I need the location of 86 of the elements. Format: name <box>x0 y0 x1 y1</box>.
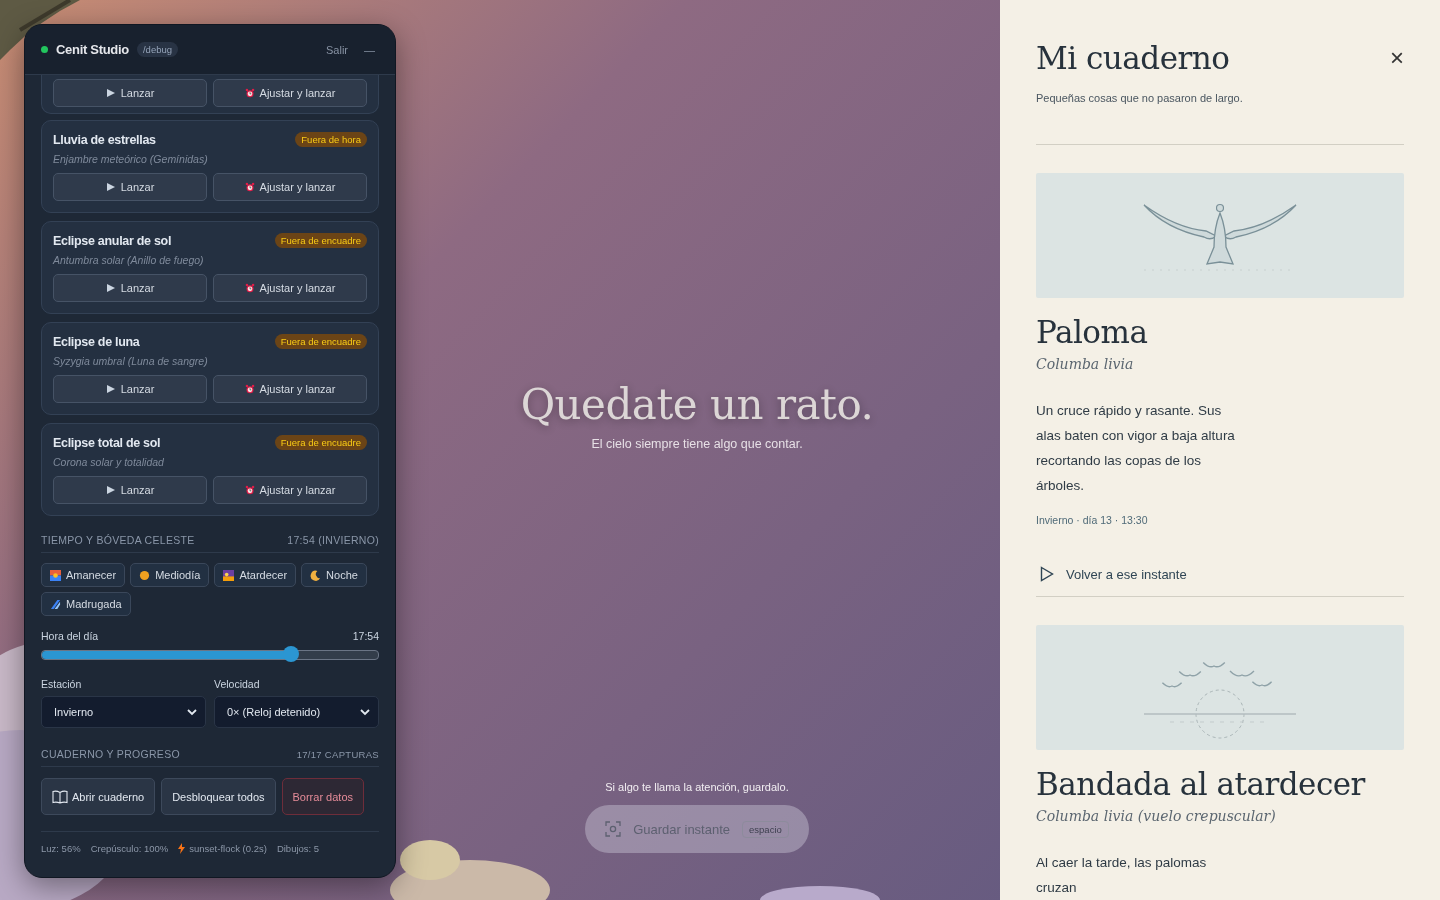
status-dot <box>41 46 48 53</box>
event-subtitle: Corona solar y totalidad <box>53 456 165 468</box>
preset-button[interactable]: Noche <box>301 563 367 587</box>
event-title: Eclipse de luna <box>53 334 140 349</box>
tagline: El cielo siempre tiene algo que contar. <box>591 437 803 451</box>
keyboard-shortcut: espacio <box>742 820 789 838</box>
stat-text: Luz: 56% <box>41 843 81 854</box>
adjust-launch-button[interactable]: Ajustar y lanzar <box>213 476 367 504</box>
adjust-launch-button[interactable]: Ajustar y lanzar <box>213 375 367 403</box>
status-badge: Fuera de encuadre <box>274 233 367 248</box>
entry-description: Al caer la tarde, las palomas cruzan <box>1036 854 1208 897</box>
sunset-icon <box>223 569 235 581</box>
play-icon <box>1040 566 1054 582</box>
book-icon <box>52 789 68 804</box>
play-icon <box>105 88 116 98</box>
entry-title: Bandada al atardecer <box>1036 766 1367 802</box>
route-tag: /debug <box>136 42 178 57</box>
alarm-clock-icon <box>244 485 255 495</box>
moon-icon <box>310 569 322 581</box>
unlock-all-button[interactable]: Desbloquear todos <box>161 778 276 815</box>
delete-data-button[interactable]: Borrar datos <box>281 778 365 815</box>
preset-button[interactable]: Mediodía <box>130 563 210 587</box>
panel-title: Cenit Studio <box>56 42 129 57</box>
slider-label: Hora del día <box>41 630 99 642</box>
event-title: Eclipse total de sol <box>53 435 161 450</box>
slider-reading: 17:54 <box>352 630 379 642</box>
play-icon <box>105 384 116 394</box>
lightning-icon <box>178 843 186 854</box>
status-badge: Fuera de hora <box>295 132 367 147</box>
hint-text: Si algo te llama la atención, guardalo. <box>605 781 789 793</box>
preset-button[interactable]: Madrugada <box>41 592 131 616</box>
slider-thumb[interactable] <box>282 646 299 662</box>
launch-button[interactable]: Lanzar <box>53 274 207 302</box>
stripes-icon <box>50 598 61 610</box>
field-label: Velocidad <box>214 678 261 690</box>
species-name: Columba livia <box>1036 356 1135 372</box>
field-label: Estación <box>41 678 83 690</box>
entry-title: Paloma <box>1036 314 1149 350</box>
sunrise-icon <box>50 569 61 581</box>
minimize-button[interactable]: — <box>360 43 379 56</box>
launch-button[interactable]: Lanzar <box>53 173 207 201</box>
event-title: Eclipse anular de sol <box>53 233 172 248</box>
adjust-launch-button[interactable]: Ajustar y lanzar <box>213 79 367 107</box>
open-notebook-button[interactable]: Abrir cuaderno <box>41 778 156 815</box>
speed-select[interactable]: 0× (Reloj detenido) <box>214 696 379 728</box>
exit-button[interactable]: Salir <box>322 43 352 56</box>
section-summary: 17/17 CAPTURAS <box>296 748 379 760</box>
play-icon <box>105 283 116 293</box>
adjust-launch-button[interactable]: Ajustar y lanzar <box>213 274 367 302</box>
entry-meta: Invierno · día 13 · 13:30 <box>1036 514 1149 526</box>
event-title: Lluvia de estrellas <box>53 132 156 147</box>
alarm-clock-icon <box>244 182 255 192</box>
chevron-icon <box>360 708 370 716</box>
stat-text: sunset-flock (0.2s) <box>189 843 267 854</box>
launch-button[interactable]: Lanzar <box>53 476 207 504</box>
alarm-clock-icon <box>244 88 255 98</box>
event-subtitle: Antumbra solar (Anillo de fuego) <box>53 254 205 266</box>
stat-text: Crepúsculo: 100% <box>90 843 169 854</box>
revisit-button[interactable]: Volver a ese instante <box>1036 566 1191 582</box>
alarm-clock-icon <box>244 384 255 394</box>
play-icon <box>105 182 116 192</box>
preset-button[interactable]: Atardecer <box>214 563 297 587</box>
status-badge: Fuera de encuadre <box>274 334 367 349</box>
adjust-launch-button[interactable]: Ajustar y lanzar <box>213 173 367 201</box>
stat-text: Dibujos: 5 <box>276 843 320 854</box>
section-heading: CUADERNO Y PROGRESO <box>41 748 180 760</box>
launch-button[interactable]: Lanzar <box>53 79 207 107</box>
camera-focus-icon <box>605 821 622 837</box>
launch-button[interactable]: Lanzar <box>53 375 207 403</box>
alarm-clock-icon <box>244 283 255 293</box>
species-name: Columba livia (vuelo crepuscular) <box>1036 808 1277 824</box>
season-select[interactable]: Invierno <box>41 696 206 728</box>
section-heading: TIEMPO Y BÓVEDA CELESTE <box>41 534 195 546</box>
event-subtitle: Enjambre meteórico (Gemínidas) <box>53 153 209 165</box>
preset-button[interactable]: Amanecer <box>41 563 126 587</box>
status-badge: Fuera de encuadre <box>274 435 367 450</box>
headline: Quedate un rato. <box>520 380 874 429</box>
chevron-icon <box>187 708 197 716</box>
entry-description: Un cruce rápido y rasante. Sus alas baten con vigor a baja altura recortando las copas de los árboles. <box>1036 402 1236 495</box>
notebook-title: Mi cuaderno <box>1036 40 1230 76</box>
close-button[interactable]: × <box>1390 46 1404 70</box>
section-summary: 17:54 (INVIERNO) <box>287 534 379 546</box>
notebook-subtitle: Pequeñas cosas que no pasaron de largo. <box>1036 92 1404 145</box>
sun-icon <box>139 569 151 581</box>
play-icon <box>105 485 116 495</box>
event-subtitle: Syzygia umbral (Luna de sangre) <box>53 355 209 367</box>
